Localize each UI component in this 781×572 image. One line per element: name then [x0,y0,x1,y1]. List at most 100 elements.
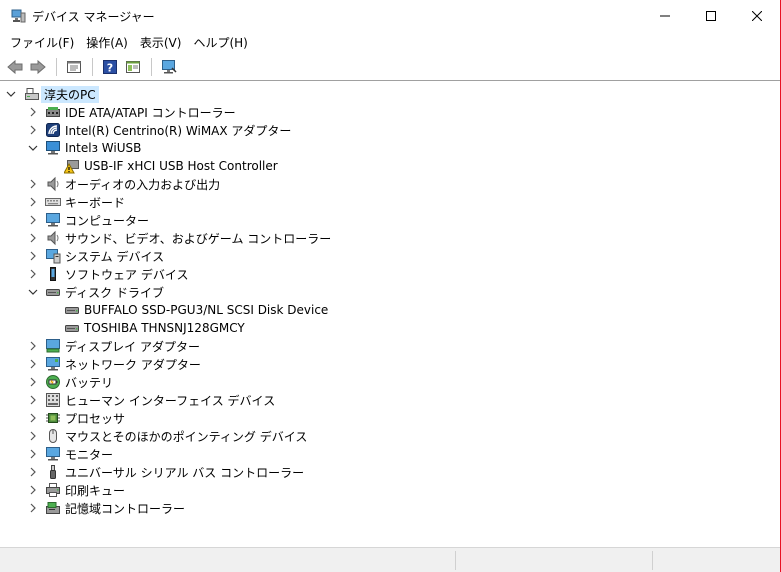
tree-category[interactable]: プロセッサ [28,409,125,427]
tree-category[interactable]: サウンド、ビデオ、およびゲーム コントローラー [28,229,331,247]
tree-category[interactable]: ディスプレイ アダプター [28,337,200,355]
chevron-right-icon[interactable] [28,269,38,279]
arrow-left-icon [7,59,23,75]
chevron-right-icon[interactable] [28,467,38,477]
minimize-button[interactable] [642,0,688,31]
tree-item-label: コンピューター [65,213,150,228]
chevron-right-icon[interactable] [28,215,38,225]
view-button[interactable] [122,56,144,78]
tree-category[interactable]: ソフトウェア デバイス [28,265,188,283]
chevron-right-icon[interactable] [28,251,38,261]
sound-icon [45,230,61,246]
properties-icon [67,61,81,73]
minimize-icon [660,15,670,16]
chevron-down-icon[interactable] [28,143,38,153]
speaker-icon [45,176,61,192]
chevron-right-icon[interactable] [28,485,38,495]
tree-category[interactable]: システム デバイス [28,247,164,265]
tree-device[interactable]: USB-IF xHCI USB Host Controller [64,157,278,175]
tree-item-label: プロセッサ [65,411,126,426]
close-button[interactable] [734,0,780,31]
tree-item-label: バッテリ [65,375,114,390]
tree-item-label: TOSHIBA THNSNJ128GMCY [84,321,245,335]
computer-root-icon [24,86,40,102]
storage-controller-icon [45,500,61,516]
tree-item-label: ソフトウェア デバイス [65,267,189,282]
tree-item-label: ネットワーク アダプター [65,357,201,372]
menu-help[interactable]: ヘルプ(H) [187,32,253,53]
properties-button[interactable] [63,56,85,78]
toolbar-separator [56,58,57,76]
title-bar: デバイス マネージャー [0,0,780,31]
tree-item-label: ディスプレイ アダプター [65,339,200,354]
menu-action[interactable]: 操作(A) [80,32,134,53]
tree-category[interactable]: Intelз WiUSB [28,139,141,157]
tree-category[interactable]: マウスとそのほかのポインティング デバイス [28,427,307,445]
menu-file[interactable]: ファイル(F) [4,32,80,53]
tree-category[interactable]: オーディオの入力および出力 [28,175,220,193]
tree-category[interactable]: ユニバーサル シリアル バス コントローラー [28,463,304,481]
forward-button[interactable] [27,56,49,78]
network-adapter-icon [45,356,61,372]
chevron-right-icon[interactable] [28,413,38,423]
tree-category[interactable]: キーボード [28,193,125,211]
chevron-right-icon[interactable] [28,359,38,369]
maximize-button[interactable] [688,0,734,31]
chevron-right-icon[interactable] [28,431,38,441]
monitor-icon [45,446,61,462]
wimax-adapter-icon [45,122,61,138]
tree-category[interactable]: ヒューマン インターフェイス デバイス [28,391,275,409]
tree-category[interactable]: モニター [28,445,113,463]
tree-category[interactable]: 記憶域コントローラー [28,499,185,517]
chevron-right-icon[interactable] [28,125,38,135]
tree-category[interactable]: Intel(R) Centrino(R) WiMAX アダプター [28,121,291,139]
menu-view[interactable]: 表示(V) [134,32,188,53]
chevron-right-icon[interactable] [28,395,38,405]
chevron-right-icon[interactable] [28,179,38,189]
back-button[interactable] [4,56,26,78]
chevron-right-icon[interactable] [28,449,38,459]
tree-device[interactable]: BUFFALO SSD-PGU3/NL SCSI Disk Device [64,301,328,319]
tree-category[interactable]: IDE ATA/ATAPI コントローラー [28,103,236,121]
chevron-right-icon[interactable] [28,233,38,243]
chevron-down-icon[interactable] [6,89,16,99]
chevron-down-icon[interactable] [28,287,38,297]
tree-category[interactable]: ディスク ドライブ [28,283,164,301]
tree-item-label: ヒューマン インターフェイス デバイス [65,393,276,408]
chevron-right-icon[interactable] [28,197,38,207]
chevron-right-icon[interactable] [28,341,38,351]
chevron-right-icon[interactable] [28,503,38,513]
device-manager-icon [10,8,26,24]
maximize-icon [706,10,716,21]
scan-hardware-icon [162,60,177,74]
tree-item-label: システム デバイス [65,249,165,264]
status-separator [455,551,456,570]
status-separator [652,551,653,570]
tree-item-label: サウンド、ビデオ、およびゲーム コントローラー [65,231,332,246]
tree-item-label: USB-IF xHCI USB Host Controller [84,159,278,173]
toolbar-divider [0,80,780,81]
toolbar-separator [92,58,93,76]
chevron-right-icon[interactable] [28,107,38,117]
arrow-right-icon [30,59,46,75]
tree-item-label: Intelз WiUSB [65,141,142,155]
tree-root-label: 淳夫のPC [41,85,99,103]
disk-drive-icon [45,284,61,300]
tree-category[interactable]: バッテリ [28,373,113,391]
system-device-icon [45,248,61,264]
warning-device-icon [64,158,80,174]
tree-category[interactable]: ネットワーク アダプター [28,355,201,373]
tree-category[interactable]: 印刷キュー [28,481,125,499]
tree-item-label: ディスク ドライブ [65,285,164,300]
tree-item-label: オーディオの入力および出力 [65,177,221,192]
help-button[interactable]: ? [99,56,121,78]
device-manager-window: デバイス マネージャー ファイル(F) 操作(A) 表示(V) ヘルプ(H) ? [0,0,781,572]
tree-category[interactable]: コンピューター [28,211,149,229]
svg-text:?: ? [107,62,113,75]
tree-item-label: IDE ATA/ATAPI コントローラー [65,105,236,120]
scan-hardware-button[interactable] [158,56,180,78]
chevron-right-icon[interactable] [28,377,38,387]
tree-root[interactable]: 淳夫のPC [6,85,99,103]
tree-item-label: キーボード [65,195,126,210]
tree-device[interactable]: TOSHIBA THNSNJ128GMCY [64,319,245,337]
